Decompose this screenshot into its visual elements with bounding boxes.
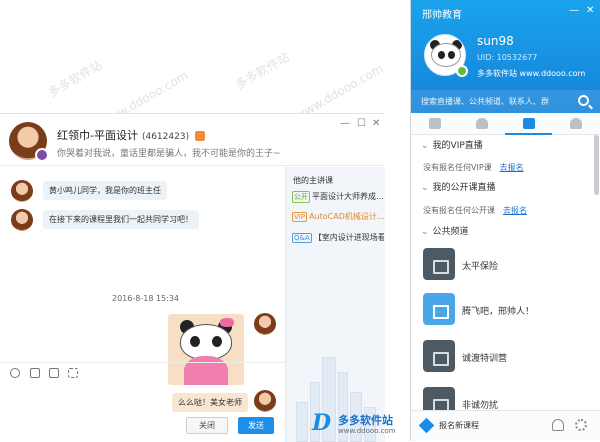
course-name: AutoCAD机械设计... bbox=[309, 212, 384, 221]
folder-icon[interactable] bbox=[49, 368, 59, 378]
teacher-badge-icon bbox=[35, 148, 49, 162]
section-public-live[interactable]: ⌄ 我的公开课直播 bbox=[411, 180, 593, 197]
contact-name: 红领巾-平面设计 bbox=[57, 129, 138, 142]
main-header: 邢帅教育 — ✕ sun98 UID: 10532677 多多软件站 www.d… bbox=[411, 0, 600, 113]
watermark: 多多软件站 bbox=[232, 49, 292, 92]
search-bar[interactable]: 搜索直播课、公共频道、联系人、群 bbox=[411, 90, 600, 113]
minimize-icon[interactable]: — bbox=[569, 5, 579, 16]
brand-title: 邢帅教育 bbox=[422, 10, 462, 21]
empty-text: 没有报名任何VIP课 bbox=[423, 163, 492, 172]
section-public-channels[interactable]: ⌄ 公共频道 bbox=[411, 224, 593, 241]
channel-item[interactable]: 腾飞吧，邢帅人！ bbox=[411, 290, 593, 332]
contact-avatar-small bbox=[11, 180, 33, 202]
watermark: 多多软件站 bbox=[45, 57, 105, 100]
logo-text: 多多软件站 bbox=[338, 414, 393, 427]
folder-icon bbox=[423, 293, 455, 325]
message-area: 黄小鸣儿同学，我是你的班主任 在接下来的课程里我们一起共同学习吧！ 2016-8… bbox=[0, 167, 285, 412]
public-signup-link[interactable]: 去报名 bbox=[503, 206, 527, 215]
tab-groups[interactable] bbox=[552, 113, 599, 135]
contact-icon bbox=[476, 118, 488, 129]
chat-window: 红领巾-平面设计 (4612423) 你哭着对我说，童话里都是骗人，我不可能是你的… bbox=[0, 113, 385, 442]
course-tag: VIP bbox=[292, 212, 308, 222]
teacher-courses-panel: 他的主讲课 公开 平面设计大师养成... VIP AutoCAD机械设计... Q&… bbox=[285, 167, 385, 442]
scrollbar[interactable] bbox=[594, 135, 599, 195]
live-list: ⌄ 我的VIP直播 没有报名任何VIP课 去报名 ⌄ 我的公开课直播 没有报名任何公开… bbox=[411, 135, 600, 410]
channel-item[interactable]: 太平保险 bbox=[411, 245, 593, 287]
screenshot-icon[interactable] bbox=[68, 368, 78, 378]
emoji-icon[interactable] bbox=[10, 368, 20, 378]
play-icon bbox=[523, 118, 535, 129]
course-name: 平面设计大师养成... bbox=[312, 192, 384, 201]
add-contact-icon[interactable] bbox=[552, 419, 564, 431]
vip-signup-link[interactable]: 去报名 bbox=[500, 163, 524, 172]
public-empty-row: 没有报名任何公开课 去报名 bbox=[423, 205, 593, 216]
close-button[interactable]: 关闭 bbox=[186, 417, 228, 434]
logo-mark: D bbox=[312, 410, 332, 436]
channel-name: 腾飞吧，邢帅人！ bbox=[462, 307, 535, 317]
image-icon[interactable] bbox=[30, 368, 40, 378]
main-footer: 报名新课程 bbox=[411, 410, 600, 441]
chat-header: 红领巾-平面设计 (4612423) 你哭着对我说，童话里都是骗人，我不可能是你的… bbox=[0, 114, 385, 166]
tab-contacts[interactable] bbox=[458, 113, 505, 135]
tab-live[interactable] bbox=[505, 113, 552, 135]
channel-name: 非诚勿扰 bbox=[462, 401, 499, 410]
site-logo: D 多多软件站 www.ddooo.com bbox=[312, 410, 424, 438]
tab-messages[interactable] bbox=[411, 113, 458, 135]
gear-icon[interactable] bbox=[575, 419, 587, 431]
gift-icon[interactable] bbox=[195, 131, 206, 141]
group-icon bbox=[570, 118, 582, 129]
user-site-text: 多多软件站 www.ddooo.com bbox=[477, 69, 586, 78]
main-panel: 邢帅教育 — ✕ sun98 UID: 10532677 多多软件站 www.d… bbox=[410, 0, 600, 441]
close-icon[interactable]: ✕ bbox=[586, 5, 594, 16]
lock-icon bbox=[423, 248, 455, 280]
online-status-icon[interactable] bbox=[456, 65, 468, 77]
channel-item[interactable]: 非诚勿扰 bbox=[411, 384, 593, 410]
section-label: 我的VIP直播 bbox=[432, 141, 483, 151]
search-input[interactable]: 搜索直播课、公共频道、联系人、群 bbox=[421, 96, 549, 107]
contact-signature: 你哭着对我说，童话里都是骗人，我不可能是你的王子~ bbox=[57, 149, 281, 159]
lock-icon bbox=[423, 340, 455, 372]
message-bubble: 在接下来的课程里我们一起共同学习吧！ bbox=[43, 210, 199, 229]
chat-icon bbox=[429, 118, 441, 129]
course-item[interactable]: VIP AutoCAD机械设计... bbox=[292, 211, 384, 225]
course-tag: 公开 bbox=[292, 191, 310, 203]
chevron-down-icon: ⌄ bbox=[421, 227, 429, 237]
section-label: 公共频道 bbox=[432, 227, 469, 237]
channel-name: 太平保险 bbox=[462, 262, 499, 272]
contact-avatar-small bbox=[11, 209, 33, 231]
vip-empty-row: 没有报名任何VIP课 去报名 bbox=[423, 162, 593, 173]
chevron-down-icon: ⌄ bbox=[421, 141, 429, 151]
username: sun98 bbox=[477, 34, 514, 48]
maximize-icon[interactable]: ☐ bbox=[357, 118, 366, 129]
input-toolbar bbox=[0, 362, 285, 382]
section-vip-live[interactable]: ⌄ 我的VIP直播 bbox=[411, 138, 593, 155]
user-avatar-small bbox=[254, 313, 276, 335]
empty-text: 没有报名任何公开课 bbox=[423, 206, 495, 215]
contact-avatar[interactable] bbox=[9, 122, 49, 162]
section-label: 我的公开课直播 bbox=[432, 183, 496, 193]
channel-item[interactable]: 诚渡特训营 bbox=[411, 337, 593, 379]
main-tabs bbox=[411, 113, 600, 135]
minimize-icon[interactable]: — bbox=[340, 118, 350, 129]
contact-name-line: 红领巾-平面设计 (4612423) bbox=[57, 127, 206, 143]
search-icon[interactable] bbox=[578, 95, 589, 106]
course-item[interactable]: Q&A【室内设计进现场看... bbox=[292, 232, 384, 246]
chevron-down-icon: ⌄ bbox=[421, 183, 429, 193]
course-item[interactable]: 公开 平面设计大师养成... bbox=[292, 191, 384, 205]
user-uid: UID: 10532677 bbox=[477, 53, 538, 62]
contact-id: (4612423) bbox=[141, 132, 190, 142]
message-timestamp: 2016-8-18 15:34 bbox=[112, 294, 179, 303]
message-bubble: 黄小鸣儿同学，我是你的班主任 bbox=[43, 181, 167, 200]
lock-icon bbox=[423, 387, 455, 410]
send-button[interactable]: 发送 bbox=[238, 417, 274, 434]
course-name: 【室内设计进现场看... bbox=[313, 233, 384, 242]
close-icon[interactable]: ✕ bbox=[372, 118, 380, 129]
new-course-link[interactable]: 报名新课程 bbox=[439, 420, 479, 431]
courses-title: 他的主讲课 bbox=[293, 176, 333, 185]
channel-name: 诚渡特训营 bbox=[462, 354, 508, 364]
course-tag: Q&A bbox=[292, 233, 312, 243]
logo-url: www.ddooo.com bbox=[338, 427, 396, 435]
